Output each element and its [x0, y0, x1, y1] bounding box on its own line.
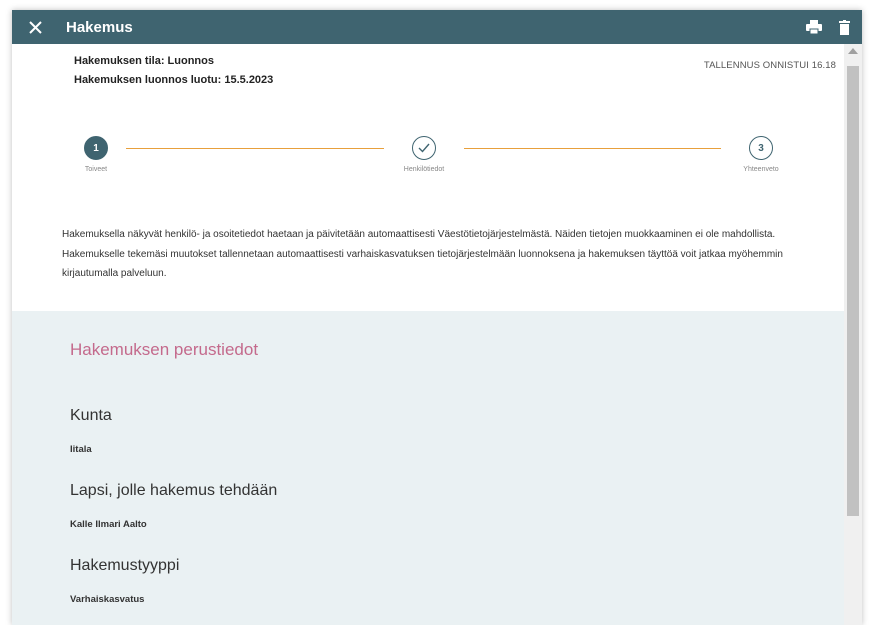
section-title: Hakemuksen perustiedot [70, 340, 259, 359]
application-type-label: Hakemustyyppi [70, 557, 180, 574]
trash-icon[interactable] [836, 19, 852, 35]
step-toiveet[interactable]: 1 Toiveet [56, 136, 136, 173]
child-label: Lapsi, jolle hakemus tehdään [70, 482, 278, 499]
municipality-label: Kunta [70, 407, 112, 424]
step-number: 3 [749, 136, 773, 160]
info-paragraph: Hakemuksella näkyvät henkilö- ja osoitet… [62, 229, 783, 279]
step-connector [464, 148, 721, 149]
progress-stepper: 1 Toiveet Henkilötiedot 3 Yhteenveto [74, 136, 779, 196]
application-type-value: Varhaiskasvatus [70, 594, 145, 605]
step-henkilotiedot[interactable]: Henkilötiedot [384, 136, 464, 173]
title-bar: Hakemus [12, 10, 862, 44]
vertical-scrollbar[interactable] [844, 44, 862, 625]
step-label: Toiveet [84, 166, 108, 173]
step-label: Yhteenveto [743, 166, 779, 173]
close-icon[interactable] [18, 10, 52, 44]
content-area: Hakemuksen tila: Luonnos Hakemuksen luon… [12, 44, 844, 625]
step-connector [126, 148, 384, 149]
application-status: Hakemuksen tila: Luonnos Hakemuksen luon… [74, 52, 273, 90]
step-label: Henkilötiedot [403, 166, 445, 173]
step-number: 1 [84, 136, 108, 160]
draft-created-date: Hakemuksen luonnos luotu: 15.5.2023 [74, 74, 274, 86]
scrollbar-thumb[interactable] [847, 66, 859, 516]
save-status: TALLENNUS ONNISTUI 16.18 [703, 60, 836, 71]
window-title: Hakemus [66, 18, 133, 36]
municipality-value: Iitala [70, 444, 92, 455]
basic-info-section: Hakemuksen perustiedot Kunta Iitala Laps… [12, 311, 844, 625]
scroll-up-arrow-icon[interactable] [848, 48, 858, 54]
step-yhteenveto[interactable]: 3 Yhteenveto [721, 136, 801, 173]
application-state: Hakemuksen tila: Luonnos [74, 55, 214, 67]
checkmark-icon [412, 136, 436, 160]
application-window: Hakemus Hakemuksen tila: Luonnos Hakemuk… [12, 10, 862, 625]
print-icon[interactable] [806, 19, 822, 35]
child-value: Kalle Ilmari Aalto [70, 519, 147, 530]
